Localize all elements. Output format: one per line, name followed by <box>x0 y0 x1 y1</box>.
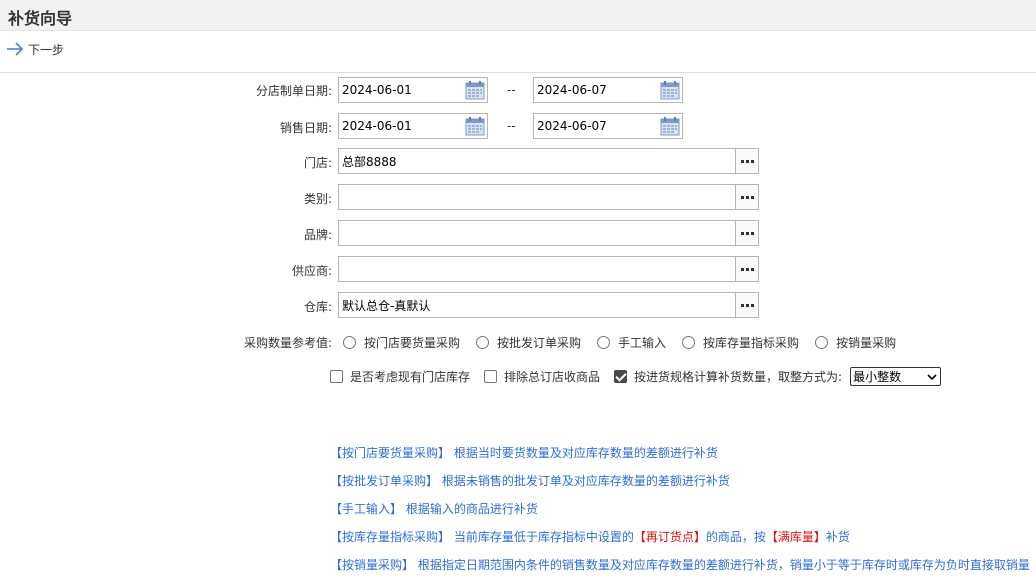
more-icon <box>740 303 744 307</box>
check-purchase-spec[interactable]: 按进货规格计算补货数量，取整方式为: <box>614 368 842 385</box>
more-icon <box>740 159 744 163</box>
sales-date-label: 销售日期: <box>279 121 332 135</box>
radio-label: 按库存量指标采购 <box>703 335 800 350</box>
warehouse-label: 仓库: <box>303 300 332 314</box>
check-exclude-hq-receive[interactable]: 排除总订店收商品 <box>484 368 600 385</box>
category-label: 类别: <box>303 192 332 206</box>
sales-date-separator: -- <box>507 119 516 133</box>
store-label: 门店: <box>303 156 332 170</box>
help-tag: 【按门店要货量采购】 <box>330 446 451 460</box>
order-date-to-input[interactable] <box>534 78 658 102</box>
supplier-label: 供应商: <box>291 264 332 278</box>
radio-label: 按销量采购 <box>836 335 897 350</box>
radio-label: 按门店要货量采购 <box>364 335 461 350</box>
help-line-sales-volume: 【按销量采购】 根据指定日期范围内条件的销售数量及对应库存数量的差额进行补货，销… <box>330 556 1036 573</box>
calendar-icon[interactable] <box>660 80 680 100</box>
radio-wholesale-order[interactable]: 按批发订单采购 <box>476 334 581 351</box>
help-line-stock-index: 【按库存量指标采购】 当前库存量低于库存指标中设置的【再订货点】的商品，按【满库… <box>330 528 850 545</box>
supplier-field <box>338 256 759 282</box>
rounding-selected-value: 最小整数 <box>853 369 902 384</box>
arrow-right-icon <box>7 42 24 56</box>
checkbox[interactable] <box>330 369 343 383</box>
checkbox-label: 是否考虑现有门店库存 <box>350 369 471 384</box>
radio-button[interactable] <box>476 335 490 349</box>
help-text: 根据指定日期范围内条件的销售数量及对应库存数量的差额进行补货，销量小于等于库存时… <box>414 558 1030 572</box>
checkbox-checked[interactable] <box>614 369 628 383</box>
toolbar: 下一步 <box>0 31 1036 73</box>
checkbox-label: 排除总订店收商品 <box>504 369 601 384</box>
help-text: 的商品，按 <box>705 530 766 544</box>
radio-label: 按批发订单采购 <box>497 335 582 350</box>
store-picker-button[interactable] <box>735 149 758 173</box>
order-date-from-input[interactable] <box>339 78 463 102</box>
brand-label: 品牌: <box>303 228 332 242</box>
help-highlight-reorder-point: 【再订货点】 <box>633 530 706 544</box>
brand-field <box>338 220 759 246</box>
title-bar: 补货向导 <box>0 0 1036 31</box>
category-field <box>338 184 759 210</box>
store-input[interactable] <box>339 149 735 173</box>
radio-button[interactable] <box>815 335 829 349</box>
radio-button[interactable] <box>682 335 696 349</box>
window-title: 补货向导 <box>8 9 73 28</box>
help-text: 根据输入的商品进行补货 <box>402 502 538 516</box>
help-tag: 【手工输入】 <box>330 502 403 516</box>
order-date-label: 分店制单日期: <box>255 84 332 98</box>
radio-button[interactable] <box>343 335 356 349</box>
brand-input[interactable] <box>339 221 735 245</box>
purchase-ref-label: 采购数量参考值: <box>243 336 332 350</box>
warehouse-input[interactable] <box>339 293 735 317</box>
help-tag: 【按批发订单采购】 <box>330 474 439 488</box>
checkbox-label: 按进货规格计算补货数量，取整方式为: <box>634 369 843 384</box>
sales-date-from-input[interactable] <box>339 114 463 138</box>
calendar-icon[interactable] <box>660 116 680 136</box>
radio-store-demand[interactable]: 按门店要货量采购 <box>343 334 460 351</box>
warehouse-picker-button[interactable] <box>735 293 758 317</box>
order-date-separator: -- <box>507 83 516 97</box>
help-text: 根据当时要货数量及对应库存数量的差额进行补货 <box>450 446 718 460</box>
radio-stock-index[interactable]: 按库存量指标采购 <box>682 334 799 351</box>
supplier-picker-button[interactable] <box>735 257 758 281</box>
rounding-select[interactable]: 最小整数 <box>850 366 942 386</box>
order-date-to <box>533 77 683 103</box>
brand-picker-button[interactable] <box>735 221 758 245</box>
help-tag: 【按库存量指标采购】 <box>330 530 451 544</box>
next-step-button[interactable]: 下一步 <box>6 39 64 59</box>
help-line-manual-input: 【手工输入】 根据输入的商品进行补货 <box>330 500 538 517</box>
checkbox[interactable] <box>484 369 498 383</box>
radio-button[interactable] <box>597 335 611 349</box>
help-highlight-full-stock: 【满库量】 <box>765 530 826 544</box>
options-check-row: 是否考虑现有门店库存 排除总订店收商品 按进货规格计算补货数量，取整方式为: 最… <box>330 366 942 386</box>
order-date-from <box>338 77 488 103</box>
radio-manual-input[interactable]: 手工输入 <box>597 334 666 351</box>
sales-date-from <box>338 113 488 139</box>
more-icon <box>740 267 744 271</box>
radio-label: 手工输入 <box>618 335 667 350</box>
chevron-down-icon <box>927 373 937 380</box>
calendar-icon[interactable] <box>465 116 485 136</box>
sales-date-to-input[interactable] <box>534 114 658 138</box>
next-step-label: 下一步 <box>28 42 65 57</box>
warehouse-field <box>338 292 759 318</box>
check-consider-store-stock[interactable]: 是否考虑现有门店库存 <box>330 368 470 385</box>
supplier-input[interactable] <box>339 257 735 281</box>
purchase-ref-radio-group: 按门店要货量采购 按批发订单采购 手工输入 按库存量指标采购 按销量采购 <box>343 333 912 351</box>
category-picker-button[interactable] <box>735 185 758 209</box>
more-icon <box>740 231 744 235</box>
more-icon <box>740 195 744 199</box>
help-line-wholesale-order: 【按批发订单采购】 根据未销售的批发订单及对应库存数量的差额进行补货 <box>330 472 730 489</box>
radio-sales-volume[interactable]: 按销量采购 <box>815 334 896 351</box>
help-text: 根据未销售的批发订单及对应库存数量的差额进行补货 <box>438 474 730 488</box>
help-text: 当前库存量低于库存指标中设置的 <box>450 530 634 544</box>
sales-date-to <box>533 113 683 139</box>
help-tag: 【按销量采购】 <box>330 558 415 572</box>
category-input[interactable] <box>339 185 735 209</box>
store-field <box>338 148 759 174</box>
help-text: 补货 <box>825 530 850 544</box>
help-line-store-demand: 【按门店要货量采购】 根据当时要货数量及对应库存数量的差额进行补货 <box>330 444 718 461</box>
calendar-icon[interactable] <box>465 80 485 100</box>
